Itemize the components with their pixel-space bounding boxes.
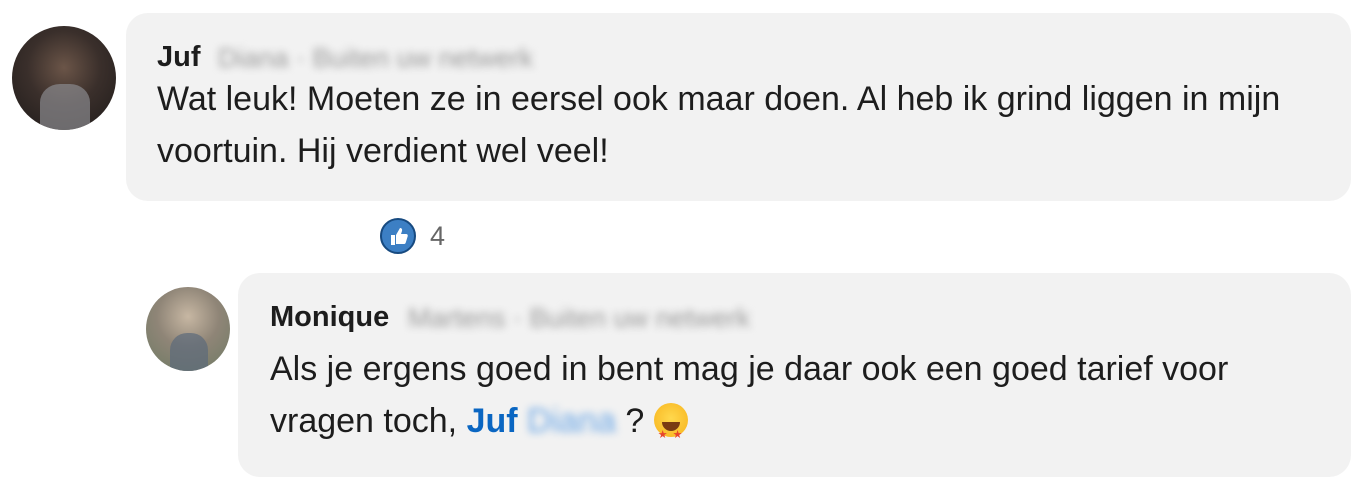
- avatar-juf[interactable]: [12, 26, 116, 130]
- comment-author-name[interactable]: Juf: [157, 41, 201, 74]
- reply-text: Als je ergens goed in bent mag je daar o…: [270, 343, 1330, 461]
- avatar-monique[interactable]: [146, 287, 230, 371]
- reply-author-name[interactable]: Monique: [270, 301, 389, 334]
- mention-blurred: Diana: [527, 402, 616, 440]
- reply-author-details-blurred: Martens · Buiten uw netwerk: [408, 303, 751, 333]
- reply-text-main: Als je ergens goed in bent mag je daar o…: [270, 350, 1229, 440]
- mention-link[interactable]: Juf Diana: [467, 402, 616, 440]
- comment-text: Wat leuk! Moeten ze in eersel ook maar d…: [157, 80, 1281, 170]
- star-struck-emoji-icon: [653, 403, 688, 461]
- reaction-count: 4: [430, 220, 446, 251]
- reactions-summary[interactable]: 4: [380, 218, 445, 254]
- reply-suffix: ?: [625, 402, 645, 440]
- comment-author-details-blurred: Diana · Buiten uw netwerk: [218, 43, 534, 73]
- mention-first: Juf: [466, 402, 518, 440]
- like-icon: [380, 218, 416, 254]
